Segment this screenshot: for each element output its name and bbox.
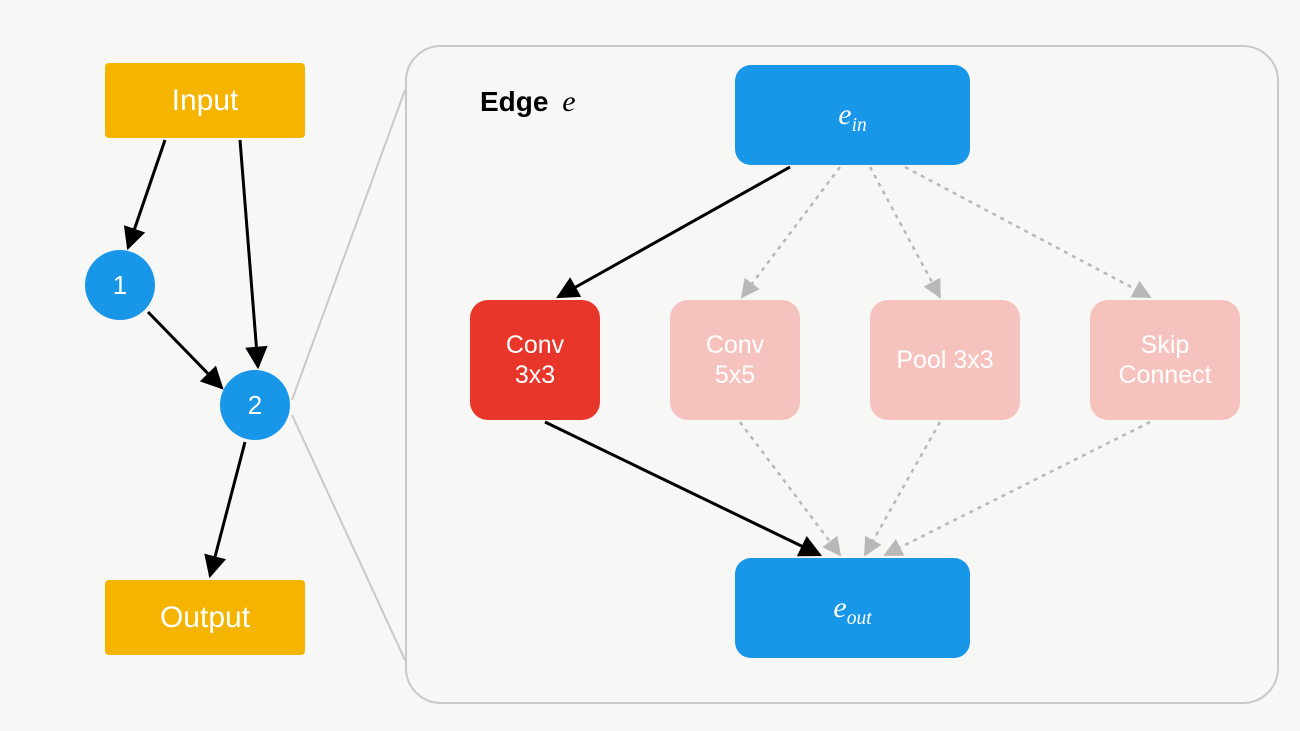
- e-in-block: ein: [735, 65, 970, 165]
- op-conv-3x3: Conv 3x3: [470, 300, 600, 420]
- e-in-sub: in: [852, 115, 867, 136]
- arrow-input-to-1: [128, 140, 165, 248]
- op-conv-5x5-label: Conv 5x5: [706, 330, 764, 390]
- op-pool-3x3-label: Pool 3x3: [896, 345, 993, 375]
- callout-top: [292, 90, 405, 400]
- arrow-2-to-output: [210, 442, 245, 576]
- node-1: 1: [85, 250, 155, 320]
- node-1-label: 1: [113, 270, 127, 301]
- node-2-label: 2: [248, 390, 262, 421]
- output-label: Output: [160, 600, 250, 636]
- e-out-prefix: e: [833, 591, 846, 624]
- op-skip-connect: Skip Connect: [1090, 300, 1240, 420]
- arrow-input-to-2: [240, 140, 258, 367]
- node-2: 2: [220, 370, 290, 440]
- input-block: Input: [105, 63, 305, 138]
- input-label: Input: [172, 83, 239, 119]
- op-skip-connect-label: Skip Connect: [1118, 330, 1211, 390]
- edge-title-prefix: Edge: [480, 86, 548, 117]
- edge-title: Edge e: [480, 85, 576, 119]
- op-pool-3x3: Pool 3x3: [870, 300, 1020, 420]
- op-conv-5x5: Conv 5x5: [670, 300, 800, 420]
- e-out-block: eout: [735, 558, 970, 658]
- e-out-sub: out: [847, 608, 872, 629]
- arrow-1-to-2: [148, 312, 222, 388]
- output-block: Output: [105, 580, 305, 655]
- edge-title-var: e: [562, 85, 575, 118]
- callout-bottom: [292, 415, 405, 660]
- op-conv-3x3-label: Conv 3x3: [506, 330, 564, 390]
- e-in-prefix: e: [838, 98, 851, 131]
